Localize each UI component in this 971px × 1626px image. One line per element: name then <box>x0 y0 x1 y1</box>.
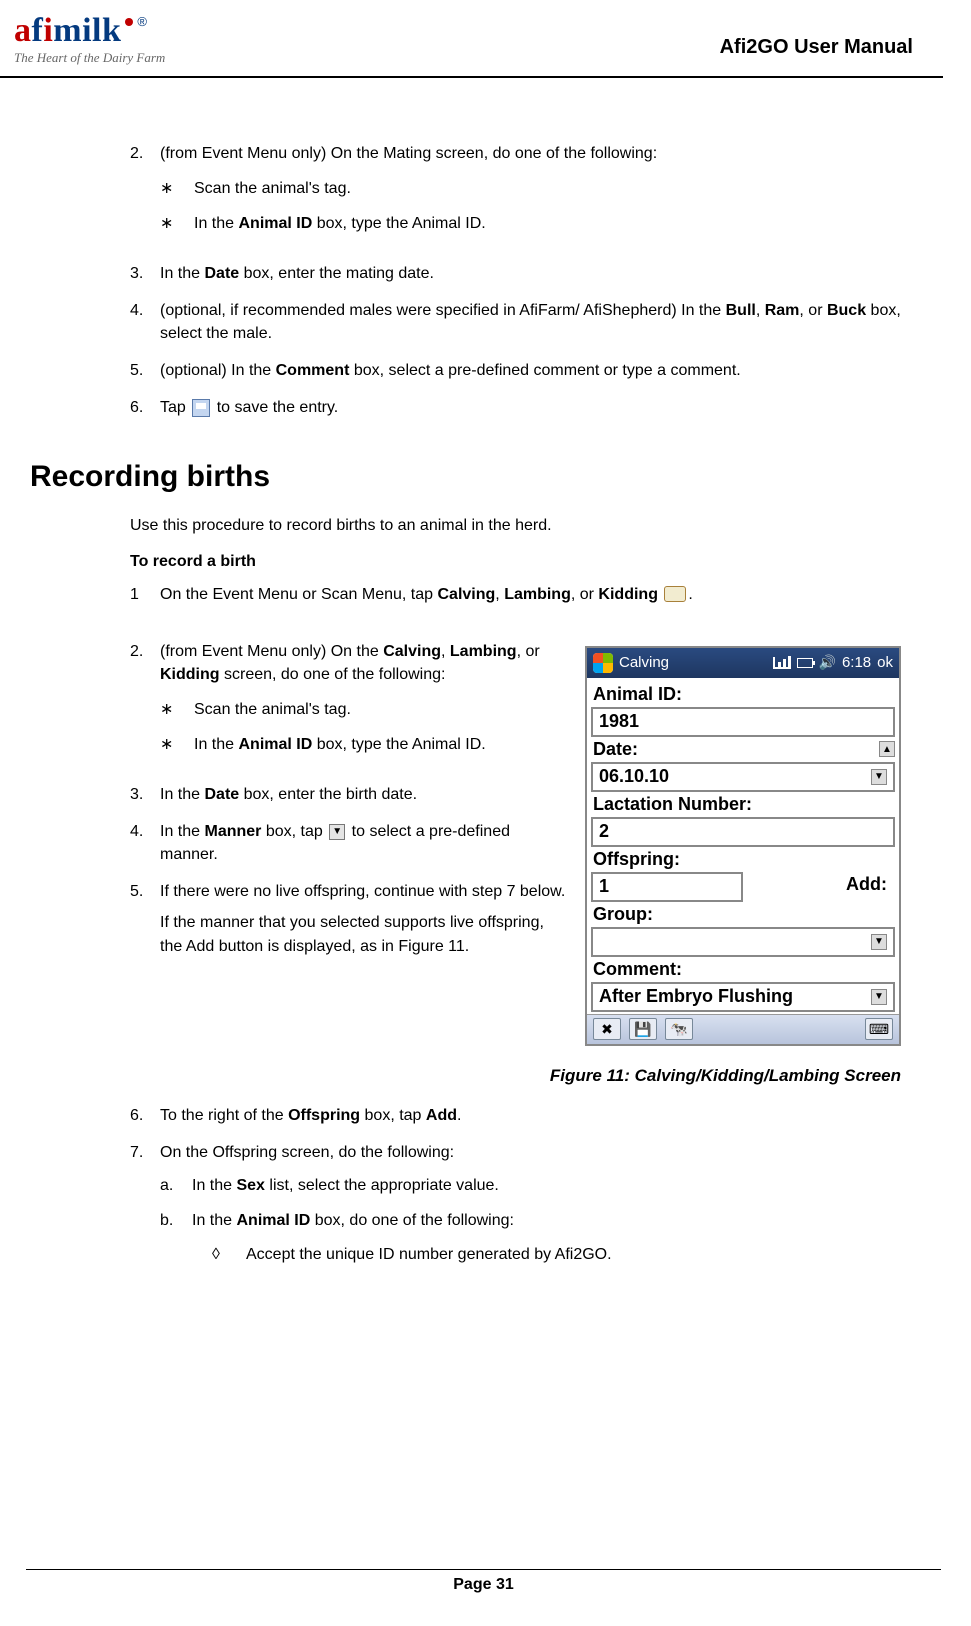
toolbar-save-icon[interactable]: 💾 <box>629 1018 657 1040</box>
step-6: 6. Tap to save the entry. <box>130 396 901 419</box>
figure-11: Calving 🔊 6:18 ok Animal ID: 1981 Date: … <box>585 646 901 1046</box>
substep-a: a. In the Sex list, select the appropria… <box>160 1174 901 1197</box>
signal-icon <box>773 657 791 669</box>
birth-step-3: 3. In the Date box, enter the birth date… <box>130 783 569 806</box>
chevron-down-icon: ▼ <box>871 989 887 1005</box>
bullet-scan-tag-2: ∗Scan the animal's tag. <box>160 698 569 721</box>
toolbar-delete-icon[interactable]: ✖ <box>593 1018 621 1040</box>
device-screenshot: Calving 🔊 6:18 ok Animal ID: 1981 Date: … <box>585 646 901 1046</box>
registered-symbol: ® <box>137 14 147 29</box>
volume-icon: 🔊 <box>819 654 836 671</box>
birth-steps-6-7: 6. To the right of the Offspring box, ta… <box>30 1104 901 1290</box>
ok-button[interactable]: ok <box>877 654 893 671</box>
substep-b: b. In the Animal ID box, do one of the f… <box>160 1209 901 1277</box>
figure-caption: Figure 11: Calving/Kidding/Lambing Scree… <box>130 1066 901 1086</box>
lactation-input[interactable]: 2 <box>591 817 895 847</box>
lactation-label: Lactation Number: <box>591 792 895 817</box>
window-title: Calving <box>619 654 773 671</box>
logo-tagline: The Heart of the Dairy Farm <box>14 50 165 66</box>
birth-step-6: 6. To the right of the Offspring box, ta… <box>130 1104 901 1127</box>
animal-id-input[interactable]: 1981 <box>591 707 895 737</box>
section-recording-births: Recording births <box>30 460 901 494</box>
date-label: Date: <box>591 737 879 762</box>
chevron-down-icon: ▼ <box>871 934 887 950</box>
battery-icon <box>797 658 813 668</box>
page-footer: Page 31 <box>26 1569 941 1594</box>
comment-dropdown[interactable]: After Embryo Flushing▼ <box>591 982 895 1012</box>
windows-start-icon[interactable] <box>593 653 613 673</box>
intro-text: Use this procedure to record births to a… <box>130 514 901 537</box>
mating-steps-continued: 2. (from Event Menu only) On the Mating … <box>30 142 901 420</box>
toolbar-cow-icon[interactable]: 🐄 <box>665 1018 693 1040</box>
device-toolbar: ✖ 💾 🐄 ⌨ <box>587 1014 899 1044</box>
birth-step-5: 5. If there were no live offspring, cont… <box>130 880 569 958</box>
add-button[interactable]: Add: <box>747 872 895 902</box>
step-5: 5. (optional) In the Comment box, select… <box>130 359 901 382</box>
date-dropdown[interactable]: 06.10.10▼ <box>591 762 895 792</box>
chevron-down-icon: ▼ <box>871 769 887 785</box>
birth-step-1: 1 On the Event Menu or Scan Menu, tap Ca… <box>130 583 901 606</box>
step-and-figure-block: Calving 🔊 6:18 ok Animal ID: 1981 Date: … <box>130 640 901 1104</box>
dropdown-arrow-icon: ▼ <box>329 824 345 840</box>
calving-icon <box>664 586 686 602</box>
scroll-up-icon[interactable]: ▲ <box>879 741 895 757</box>
page-header: afimilk ® The Heart of the Dairy Farm Af… <box>0 0 943 78</box>
step-4: 4. (optional, if recommended males were … <box>130 299 901 345</box>
comment-label: Comment: <box>591 957 895 982</box>
diamond-accept-id: ◊Accept the unique ID number generated b… <box>212 1243 901 1266</box>
to-record-heading: To record a birth <box>130 553 901 571</box>
group-dropdown[interactable]: ▼ <box>591 927 895 957</box>
bullet-scan-tag: ∗Scan the animal's tag. <box>160 177 901 200</box>
step-2: 2. (from Event Menu only) On the Mating … <box>130 142 901 248</box>
device-form: Animal ID: 1981 Date: ▲ 06.10.10▼ Lactat… <box>587 678 899 1014</box>
step-3: 3. In the Date box, enter the mating dat… <box>130 262 901 285</box>
logo-text: afimilk <box>14 14 121 48</box>
birth-step-1-list: 1 On the Event Menu or Scan Menu, tap Ca… <box>30 583 901 606</box>
manual-title: Afi2GO User Manual <box>720 14 913 59</box>
birth-step-7: 7. On the Offspring screen, do the follo… <box>130 1141 901 1290</box>
clock-time: 6:18 <box>842 654 871 671</box>
offspring-input[interactable]: 1 <box>591 872 743 902</box>
page-number: Page 31 <box>453 1576 513 1593</box>
birth-step-4: 4. In the Manner box, tap ▼ to select a … <box>130 820 569 866</box>
animal-id-label: Animal ID: <box>591 682 895 707</box>
toolbar-keyboard-icon[interactable]: ⌨ <box>865 1018 893 1040</box>
bullet-animal-id: ∗ In the Animal ID box, type the Animal … <box>160 212 901 235</box>
birth-step-2: 2. (from Event Menu only) On the Calving… <box>130 640 569 769</box>
logo-block: afimilk ® The Heart of the Dairy Farm <box>14 14 165 66</box>
offspring-label: Offspring: <box>591 847 895 872</box>
device-titlebar: Calving 🔊 6:18 ok <box>587 648 899 678</box>
save-icon <box>192 399 210 417</box>
page-content: 2. (from Event Menu only) On the Mating … <box>0 78 971 1290</box>
group-label: Group: <box>591 902 895 927</box>
logo-dot-icon <box>125 18 133 26</box>
bullet-animal-id-2: ∗ In the Animal ID box, type the Animal … <box>160 733 569 756</box>
